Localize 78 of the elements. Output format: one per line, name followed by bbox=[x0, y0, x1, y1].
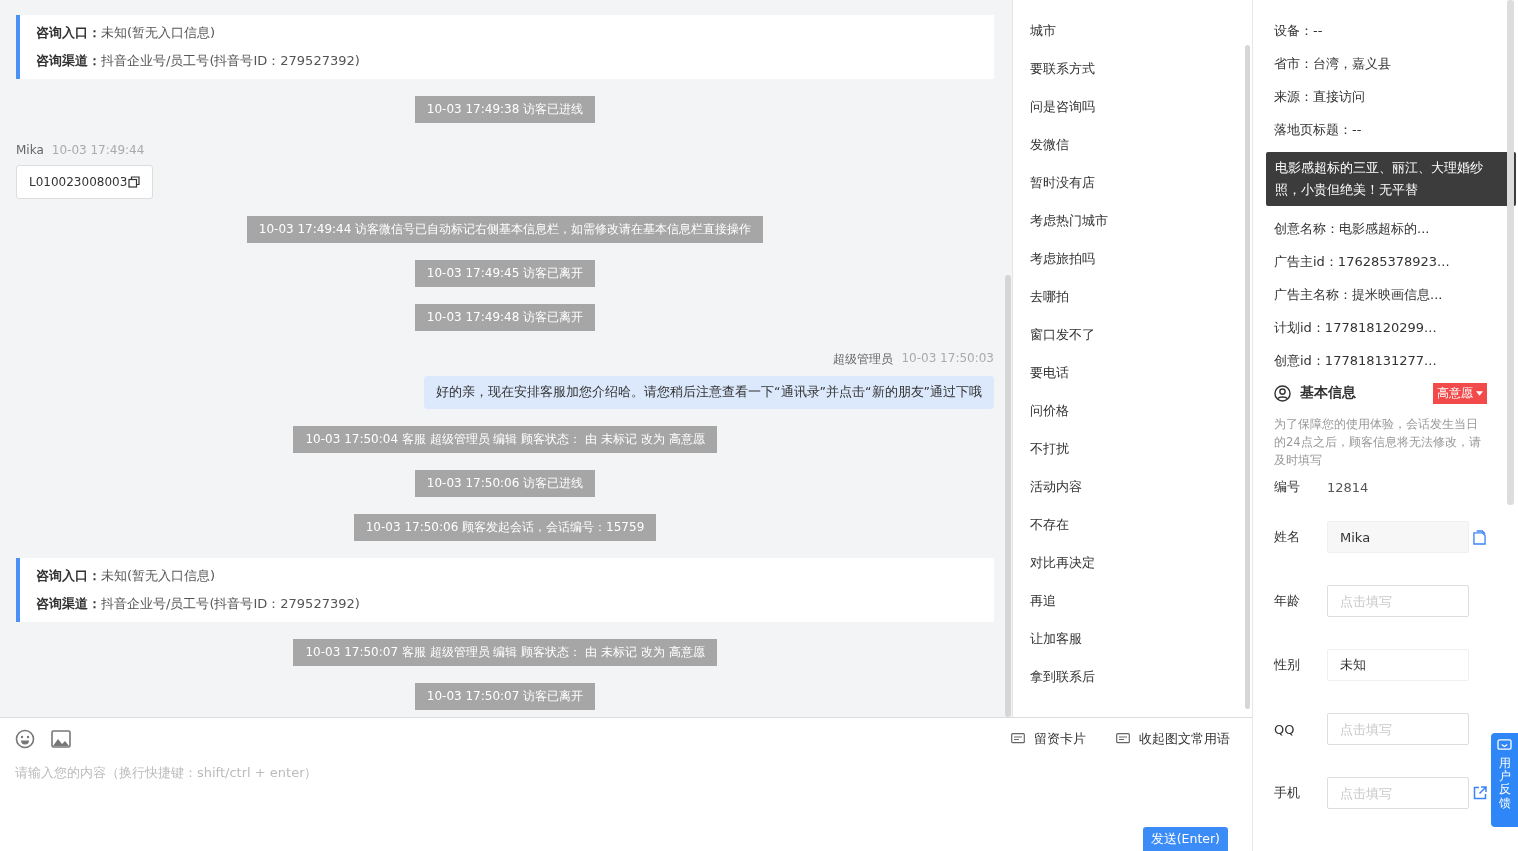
channel-label: 咨询渠道： bbox=[36, 596, 101, 611]
quick-phrase-item[interactable]: 让加客服 bbox=[1030, 622, 1082, 660]
message-time: 10-03 17:50:03 bbox=[901, 351, 994, 367]
system-notice: 10-03 17:50:06 访客已进线 bbox=[414, 470, 596, 497]
scrollbar[interactable] bbox=[1507, 0, 1514, 505]
notice-text: 为了保障您的使用体验，会话发生当日的24点之后，顾客信息将无法修改，请及时填写 bbox=[1274, 416, 1482, 469]
visitor-info-text: 落地页标题：-- bbox=[1274, 120, 1362, 139]
entry-value: 未知(暂无入口信息) bbox=[101, 568, 216, 583]
name-field[interactable]: Mika bbox=[1327, 521, 1469, 553]
toolbar-action[interactable]: 收起图文常用语 bbox=[1116, 730, 1230, 748]
message-time: 10-03 17:49:44 bbox=[51, 143, 145, 157]
field-label: 年龄 bbox=[1274, 592, 1301, 610]
entry-value: 未知(暂无入口信息) bbox=[101, 25, 216, 40]
system-notice: 10-03 17:49:38 访客已进线 bbox=[414, 96, 596, 123]
field-label: QQ bbox=[1274, 721, 1296, 737]
quick-phrase-item[interactable]: 问价格 bbox=[1030, 394, 1069, 432]
tooltip: 电影感超标的三亚、丽江、大理婚纱照，小贵但绝美！无平替 bbox=[1266, 152, 1516, 206]
quick-phrase-item[interactable]: 城市 bbox=[1030, 14, 1056, 52]
message-icon bbox=[1116, 733, 1130, 745]
system-notice: 10-03 17:49:44 访客微信号已自动标记右侧基本信息栏，如需修改请在基本信息栏直接操作 bbox=[246, 216, 764, 243]
user-icon bbox=[1274, 384, 1291, 402]
visitor-info-text: 省市：台湾，嘉义县 bbox=[1274, 54, 1391, 73]
copy-icon[interactable] bbox=[128, 176, 141, 188]
quick-phrase-item[interactable]: 不打扰 bbox=[1030, 432, 1069, 470]
system-notice: 10-03 17:50:06 顾客发起会话，会话编号：15759 bbox=[353, 514, 657, 541]
sender-name: 超级管理员 bbox=[833, 351, 894, 368]
select-field[interactable]: 未知 bbox=[1327, 649, 1469, 681]
entry-label: 咨询入口： bbox=[36, 25, 101, 40]
sender-name: Mika bbox=[16, 143, 44, 157]
quick-phrase-item[interactable]: 要联系方式 bbox=[1030, 52, 1095, 90]
system-notice: 10-03 17:49:48 访客已离开 bbox=[414, 304, 596, 331]
channel-value: 抖音企业号/员工号(抖音号ID：279527392) bbox=[101, 53, 360, 68]
entry-label: 咨询入口： bbox=[36, 568, 101, 583]
emoji-icon[interactable] bbox=[15, 729, 35, 749]
intent-tag-dropdown[interactable]: 高意愿 bbox=[1433, 382, 1487, 404]
visitor-info-text: 来源：直接访问 bbox=[1274, 87, 1365, 106]
quick-phrase-item[interactable]: 问是咨询吗 bbox=[1030, 90, 1095, 128]
scrollbar[interactable] bbox=[1005, 275, 1011, 717]
quick-phrase-item[interactable]: 不存在 bbox=[1030, 508, 1069, 546]
field-label: 编号 bbox=[1274, 478, 1301, 496]
field-label: 性别 bbox=[1274, 656, 1301, 674]
quick-phrase-item[interactable]: 对比再决定 bbox=[1030, 546, 1095, 584]
message-icon bbox=[1011, 733, 1025, 745]
visitor-info-text: 创意名称：电影感超标的... bbox=[1274, 219, 1430, 238]
visitor-info-text: 广告主id：176285378923... bbox=[1274, 252, 1450, 271]
system-notice: 10-03 17:49:45 访客已离开 bbox=[414, 260, 596, 287]
feedback-button[interactable]: 用户反馈 bbox=[1491, 733, 1518, 827]
quick-phrase-item[interactable]: 活动内容 bbox=[1030, 470, 1082, 508]
field-label: 姓名 bbox=[1274, 528, 1301, 546]
channel-value: 抖音企业号/员工号(抖音号ID：279527392) bbox=[101, 596, 360, 611]
quick-phrase-item[interactable]: 窗口发不了 bbox=[1030, 318, 1095, 356]
quick-phrase-item[interactable]: 要电话 bbox=[1030, 356, 1069, 394]
quick-phrase-item[interactable]: 考虑旅拍吗 bbox=[1030, 242, 1095, 280]
visitor-info-text: 设备：-- bbox=[1274, 21, 1323, 40]
visitor-info-text: 计划id：177818120299... bbox=[1274, 318, 1437, 337]
quick-phrase-item[interactable]: 暂时没有店 bbox=[1030, 166, 1095, 204]
quick-phrase-item[interactable]: 考虑热门城市 bbox=[1030, 204, 1108, 242]
section-title: 基本信息 bbox=[1300, 384, 1356, 402]
quick-phrase-item[interactable]: 再追 bbox=[1030, 584, 1056, 622]
visitor-info-text: 广告主名称：提米映画信息... bbox=[1274, 285, 1443, 304]
system-notice: 10-03 17:50:07 访客已离开 bbox=[414, 683, 596, 710]
field-label: 手机 bbox=[1274, 784, 1301, 802]
channel-label: 咨询渠道： bbox=[36, 53, 101, 68]
message-bubble: 好的亲，现在安排客服加您介绍哈。请您稍后注意查看一下“通讯录”并点击“新的朋友”通过下哦 bbox=[424, 376, 994, 409]
message-icon bbox=[1497, 739, 1512, 752]
scrollbar[interactable] bbox=[1245, 45, 1250, 709]
message-bubble: L010023008003 bbox=[16, 165, 154, 199]
quick-phrase-item[interactable]: 去哪拍 bbox=[1030, 280, 1069, 318]
system-notice: 10-03 17:50:07 客服 超级管理员 编辑 顾客状态： 由 未标记 改为 高意愿 bbox=[293, 639, 717, 666]
quick-phrase-item[interactable]: 发微信 bbox=[1030, 128, 1069, 166]
visitor-info-text: 创意id：177818131277... bbox=[1274, 351, 1437, 370]
toolbar-action[interactable]: 留资卡片 bbox=[1011, 730, 1086, 748]
field-value: 12814 bbox=[1327, 479, 1369, 495]
image-icon[interactable] bbox=[51, 730, 71, 748]
caret-icon bbox=[1476, 390, 1483, 396]
external-link-icon[interactable] bbox=[1473, 786, 1487, 800]
system-notice: 10-03 17:50:04 客服 超级管理员 编辑 顾客状态： 由 未标记 改为 高意愿 bbox=[293, 426, 717, 453]
quick-phrase-item[interactable]: 拿到联系后 bbox=[1030, 660, 1095, 698]
